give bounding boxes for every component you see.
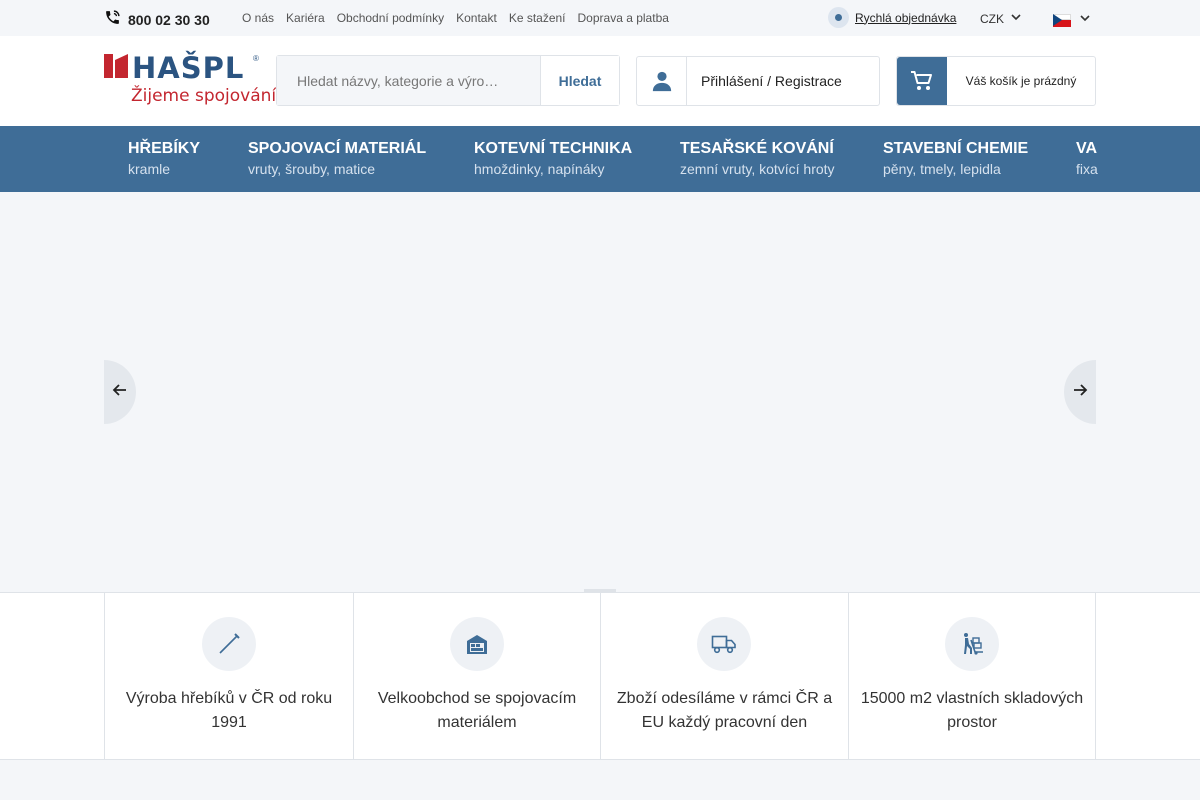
hero-slider (0, 192, 1200, 592)
link-kariera[interactable]: Kariéra (286, 11, 325, 25)
search-box: Hledat (276, 55, 620, 106)
feature-text: Zboží odesíláme v rámci ČR a EU každý pr… (616, 690, 833, 731)
category-nav: HŘEBÍKY kramle SPOJOVACÍ MATERIÁL vruty,… (0, 126, 1200, 192)
nav-item-subtitle: fixa (1076, 161, 1098, 177)
feature-item: 15000 m2 vlastních skladových prostor (848, 593, 1096, 759)
feature-item: Zboží odesíláme v rámci ČR a EU každý pr… (600, 593, 848, 759)
chevron-down-icon (1079, 11, 1091, 29)
nav-item-subtitle: kramle (128, 161, 171, 177)
feature-text: 15000 m2 vlastních skladových prostor (860, 690, 1084, 731)
cart-label: Váš košík je prázdný (965, 74, 1077, 88)
link-o-nas[interactable]: O nás (242, 11, 274, 25)
currency-value: CZK (980, 11, 1004, 26)
nav-item-subtitle: zemní vruty, kotvící hroty (680, 161, 835, 177)
logo-brand: HAŠPL (132, 51, 245, 85)
language-select[interactable] (1053, 11, 1091, 29)
cart-icon (897, 57, 947, 105)
phone-icon (104, 9, 121, 31)
warehouse-icon (450, 617, 504, 671)
link-kontakt[interactable]: Kontakt (456, 11, 497, 25)
top-links: O nás Kariéra Obchodní podmínky Kontakt … (242, 11, 669, 25)
login-label: Přihlášení / Registrace (701, 73, 842, 89)
feature-text: Výroba hřebíků v ČR od roku 1991 (125, 690, 333, 731)
quick-order-link[interactable]: Rychlá objednávka (855, 11, 956, 25)
feature-text: Velkoobchod se spojovacím materiálem (377, 690, 577, 731)
nav-item-hrebiky[interactable]: HŘEBÍKY kramle (128, 140, 200, 177)
link-ke-stazeni[interactable]: Ke stažení (509, 11, 566, 25)
czech-flag-icon (1053, 13, 1071, 27)
chevron-down-icon (1010, 11, 1022, 26)
nav-item-subtitle: hmoždinky, napínáky (474, 161, 605, 177)
phone-number: 800 02 30 30 (128, 12, 210, 28)
slider-prev-button[interactable] (104, 360, 136, 424)
logo-slogan: Žijeme spojováním (131, 86, 293, 106)
arrow-left-icon (112, 382, 128, 403)
logo-reg: ® (253, 54, 259, 63)
nav-item-title: TESAŘSKÉ KOVÁNÍ (680, 140, 834, 157)
search-input[interactable] (277, 56, 540, 105)
phone-contact[interactable]: 800 02 30 30 (104, 9, 210, 31)
feature-item: Výroba hřebíků v ČR od roku 1991 (104, 593, 353, 759)
truck-icon (697, 617, 751, 671)
top-bar: 800 02 30 30 O nás Kariéra Obchodní podm… (0, 0, 1200, 36)
nav-item-title: SPOJOVACÍ MATERIÁL (248, 140, 427, 157)
quick-order[interactable]: Rychlá objednávka (828, 7, 956, 28)
nav-item-tesarske-kovani[interactable]: TESAŘSKÉ KOVÁNÍ zemní vruty, kotvící hro… (680, 140, 835, 177)
header: HAŠPL ® Žijeme spojováním Hledat Přihláš… (0, 36, 1200, 126)
feature-item: Velkoobchod se spojovacím materiálem (353, 593, 600, 759)
logo[interactable]: HAŠPL ® Žijeme spojováním (104, 51, 293, 110)
logo-mark-icon (104, 54, 128, 78)
login-button[interactable]: Přihlášení / Registrace (636, 56, 880, 106)
link-obchodni-podminky[interactable]: Obchodní podmínky (337, 11, 444, 25)
nav-item-title: STAVEBNÍ CHEMIE (883, 140, 1029, 157)
bottom-band (0, 760, 1200, 800)
nav-item-va[interactable]: VA fixa (1076, 140, 1098, 177)
nav-item-spojovaci-material[interactable]: SPOJOVACÍ MATERIÁL vruty, šrouby, matice (248, 140, 426, 177)
nav-item-subtitle: vruty, šrouby, matice (248, 161, 376, 177)
link-doprava-a-platba[interactable]: Doprava a platba (578, 11, 669, 25)
arrow-right-icon (1072, 382, 1088, 403)
cart-button[interactable]: Váš košík je prázdný (896, 56, 1096, 106)
handcart-icon (945, 617, 999, 671)
nav-item-title: VA (1076, 140, 1098, 157)
search-button[interactable]: Hledat (540, 56, 619, 105)
currency-select[interactable]: CZK (980, 11, 1022, 26)
quick-order-icon (828, 7, 849, 28)
nav-item-title: KOTEVNÍ TECHNIKA (474, 140, 633, 157)
nav-item-kotevni-technika[interactable]: KOTEVNÍ TECHNIKA hmoždinky, napínáky (474, 140, 632, 177)
nav-item-subtitle: pěny, tmely, lepidla (883, 161, 1001, 177)
nail-icon (202, 617, 256, 671)
slider-next-button[interactable] (1064, 360, 1096, 424)
features-strip: Výroba hřebíků v ČR od roku 1991 Velkoob… (0, 592, 1200, 760)
nav-item-stavebni-chemie[interactable]: STAVEBNÍ CHEMIE pěny, tmely, lepidla (883, 140, 1028, 177)
user-icon (637, 57, 687, 105)
nav-item-title: HŘEBÍKY (128, 140, 201, 157)
